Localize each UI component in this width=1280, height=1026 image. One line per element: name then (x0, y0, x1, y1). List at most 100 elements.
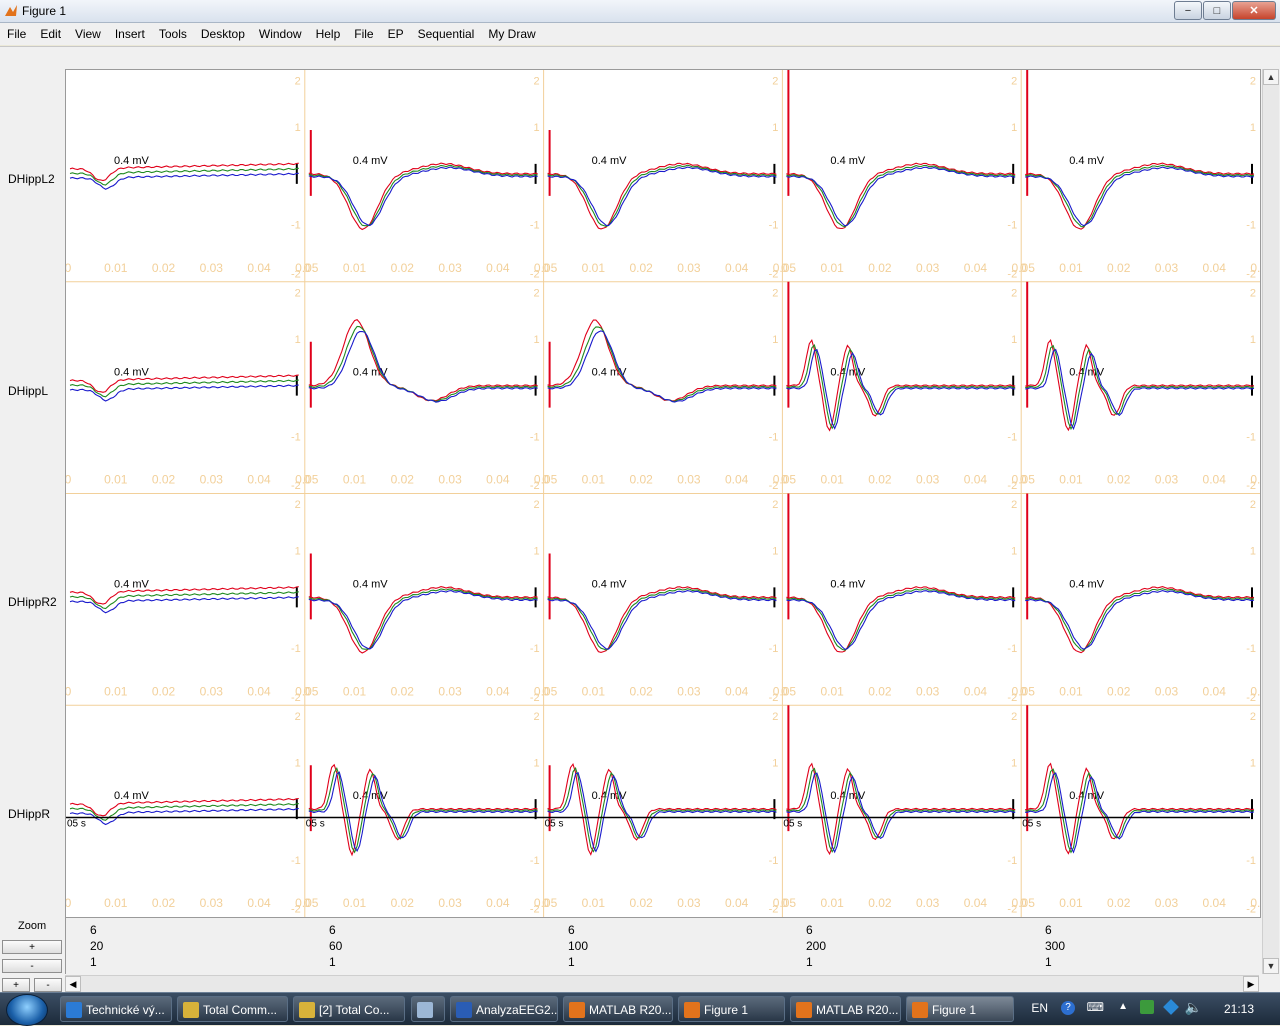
x-tick-label: 0.01 (820, 684, 844, 698)
y-tick-label: 1 (1250, 546, 1256, 558)
zoom-in-small-button[interactable]: + (2, 978, 30, 992)
x-tick-label: 0.02 (629, 896, 653, 910)
x-tick-label: 0 (781, 684, 788, 698)
y-tick-label: 1 (772, 546, 778, 558)
zoom-out-button[interactable]: - (2, 959, 62, 973)
maximize-button[interactable]: □ (1203, 1, 1231, 20)
app-icon (417, 1001, 433, 1018)
toolbar (0, 46, 1280, 68)
y-tick-label: -1 (530, 220, 540, 232)
menu-insert[interactable]: Insert (108, 27, 152, 41)
scroll-up-arrow-icon[interactable]: ▲ (1263, 69, 1279, 85)
network-icon[interactable] (1140, 1000, 1154, 1014)
y-tick-label: 2 (772, 287, 778, 299)
taskbar-button[interactable]: Figure 1 (678, 996, 785, 1022)
x-tick-label: 0.03 (1155, 473, 1179, 487)
y-tick-label: 2 (1250, 287, 1256, 299)
eeg-trace (69, 596, 299, 614)
y-tick-label: 2 (533, 711, 539, 723)
y-tick-label: 1 (772, 122, 778, 134)
zoom-out-small-button[interactable]: - (34, 978, 62, 992)
vertical-scrollbar[interactable]: ▲ ▼ (1262, 69, 1279, 974)
menu-my-draw[interactable]: My Draw (481, 27, 542, 41)
taskbar-button-label: Figure 1 (704, 1003, 749, 1017)
menu-edit[interactable]: Edit (33, 27, 68, 41)
x-tick-label: 0.01 (820, 261, 844, 275)
y-tick-label: 2 (772, 499, 778, 511)
horizontal-scrollbar[interactable]: ◀ ▶ (65, 975, 1259, 992)
eeg-trace (786, 586, 1016, 653)
menu-file[interactable]: File (0, 27, 33, 41)
x-tick-label: 0.01 (343, 261, 367, 275)
y-tick-label: -2 (291, 480, 301, 492)
volume-icon[interactable]: 🔈 (1185, 999, 1202, 1016)
keyboard-icon[interactable]: ⌨ (1087, 1000, 1104, 1014)
taskbar-button[interactable] (411, 996, 445, 1022)
eeg-trace (547, 326, 777, 402)
dropbox-icon[interactable] (1163, 999, 1179, 1015)
y-tick-label: -1 (291, 643, 301, 655)
menu-view[interactable]: View (68, 27, 108, 41)
taskbar-button[interactable]: AnalyzaEEG2... (450, 996, 558, 1022)
clock-time[interactable]: 21:13 (1224, 1002, 1254, 1016)
scroll-right-arrow-icon[interactable]: ▶ (1243, 976, 1259, 992)
y-tick-label: -1 (291, 431, 301, 443)
y-tick-label: 1 (533, 546, 539, 558)
menu-ep[interactable]: EP (381, 27, 411, 41)
close-button[interactable]: ✕ (1232, 1, 1276, 20)
x-tick-label: 0 (1020, 684, 1027, 698)
taskbar-button[interactable]: MATLAB R20... (563, 996, 673, 1022)
scroll-down-arrow-icon[interactable]: ▼ (1263, 958, 1279, 974)
x-tick-label: 0.04 (964, 684, 988, 698)
y-tick-label: -1 (291, 220, 301, 232)
scale-label: 0.4 mV (114, 155, 150, 167)
taskbar-button[interactable]: Total Comm... (177, 996, 288, 1022)
eeg-trace (1025, 762, 1255, 855)
taskbar-button[interactable]: [2] Total Co... (293, 996, 405, 1022)
x-tick-label: 0.02 (629, 473, 653, 487)
scroll-left-arrow-icon[interactable]: ◀ (65, 976, 81, 992)
menu-file-2[interactable]: File (347, 27, 380, 41)
x-tick-label: 0 (781, 473, 788, 487)
x-tick-label: 0.02 (152, 473, 176, 487)
x-tick-label: 0.03 (677, 896, 701, 910)
x-tick-label: 0.04 (486, 261, 510, 275)
y-tick-label: -1 (1246, 431, 1256, 443)
scale-label: 0.4 mV (1069, 155, 1105, 167)
menu-help[interactable]: Help (309, 27, 348, 41)
y-tick-label: 1 (772, 757, 778, 769)
show-hidden-icons-icon[interactable]: ▲ (1118, 1001, 1128, 1012)
x-tick-label: 0.03 (438, 261, 462, 275)
app-icon (456, 1001, 472, 1018)
eeg-trace (1025, 339, 1255, 432)
taskbar-button[interactable]: Technické vý... (60, 996, 172, 1022)
taskbar-button[interactable]: Figure 1 (906, 996, 1014, 1022)
eeg-trace (547, 762, 777, 856)
x-tick-label: 0.01 (343, 896, 367, 910)
y-tick-label: 1 (295, 122, 301, 134)
scale-label: 0.4 mV (114, 578, 150, 590)
scale-label: 0.4 mV (353, 155, 389, 167)
language-indicator[interactable]: EN (1031, 1001, 1048, 1015)
minimize-button[interactable]: − (1174, 1, 1202, 20)
taskbar-button-label: Technické vý... (86, 1003, 165, 1017)
help-icon[interactable]: ? (1061, 1001, 1075, 1015)
y-tick-label: -2 (769, 480, 779, 492)
y-tick-label: 1 (295, 334, 301, 346)
eeg-trace (786, 590, 1016, 650)
x-tick-label: 0.03 (438, 684, 462, 698)
menu-desktop[interactable]: Desktop (194, 27, 252, 41)
y-tick-label: -2 (530, 904, 540, 916)
eeg-trace (547, 330, 777, 403)
menu-sequential[interactable]: Sequential (411, 27, 482, 41)
menu-window[interactable]: Window (252, 27, 309, 41)
x-tick-label: 0.04 (486, 896, 510, 910)
taskbar-button[interactable]: MATLAB R20... (790, 996, 901, 1022)
x-tick-label: 0.02 (629, 261, 653, 275)
zoom-in-button[interactable]: + (2, 940, 62, 954)
menu-tools[interactable]: Tools (152, 27, 194, 41)
x-tick-label: 0.04 (1203, 896, 1227, 910)
start-button[interactable] (6, 994, 48, 1026)
time-axis-label: 05 s (67, 818, 86, 829)
matlab-icon (5, 5, 17, 16)
